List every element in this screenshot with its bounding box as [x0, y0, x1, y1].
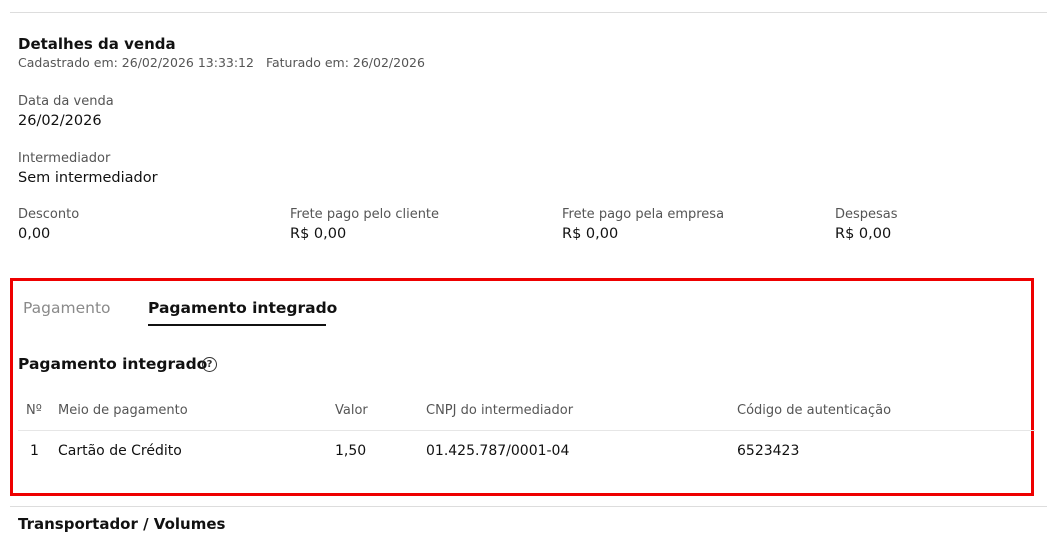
cell-cnpj: 01.425.787/0001-04: [426, 443, 570, 459]
tab-pagamento-integrado[interactable]: Pagamento integrado: [148, 298, 337, 318]
cell-auth-code: 6523423: [737, 443, 800, 459]
active-tab-indicator: [148, 324, 326, 326]
registered-date: Cadastrado em: 26/02/2026 13:33:12: [18, 55, 254, 70]
intermediary-value: Sem intermediador: [18, 170, 158, 186]
top-divider: [10, 12, 1047, 13]
cell-value: 1,50: [335, 443, 367, 459]
invoiced-date: Faturado em: 26/02/2026: [265, 55, 425, 70]
cell-method: Cartão de Crédito: [58, 443, 182, 459]
carrier-volumes-title: Transportador / Volumes: [18, 515, 226, 533]
intermediary-label: Intermediador: [18, 151, 111, 166]
column-header-value: Valor: [335, 403, 368, 418]
question-circle-icon[interactable]: ?: [202, 357, 217, 372]
discount-label: Desconto: [18, 207, 80, 222]
sale-date-field: Data da venda 26/02/2026: [18, 93, 114, 131]
sale-date-label: Data da venda: [18, 94, 114, 109]
expenses-label: Despesas: [835, 207, 898, 222]
sale-details-title: Detalhes da venda: [18, 35, 176, 53]
client-freight-value: R$ 0,00: [290, 226, 347, 242]
sale-date-value: 26/02/2026: [18, 113, 102, 129]
intermediary-field: Intermediador Sem intermediador: [18, 150, 158, 188]
client-freight-field: Frete pago pelo cliente R$ 0,00: [290, 206, 439, 244]
column-header-cnpj: CNPJ do intermediador: [426, 403, 574, 418]
discount-field: Desconto 0,00: [18, 206, 79, 244]
company-freight-value: R$ 0,00: [562, 226, 619, 242]
integrated-payment-title: Pagamento integrado: [18, 355, 208, 373]
company-freight-label: Frete pago pela empresa: [562, 207, 725, 222]
bottom-divider: [10, 506, 1047, 507]
discount-value: 0,00: [18, 226, 51, 242]
sale-meta: Cadastrado em: 26/02/2026 13:33:12 Fatur…: [18, 55, 425, 70]
table-row-divider: [18, 430, 1035, 431]
tab-pagamento[interactable]: Pagamento: [23, 298, 111, 318]
column-header-method: Meio de pagamento: [58, 403, 188, 418]
column-header-number: Nº: [26, 403, 42, 418]
expenses-value: R$ 0,00: [835, 226, 892, 242]
column-header-auth-code: Código de autenticação: [737, 403, 892, 418]
company-freight-field: Frete pago pela empresa R$ 0,00: [562, 206, 724, 244]
expenses-field: Despesas R$ 0,00: [835, 206, 898, 244]
cell-number: 1: [30, 443, 39, 459]
client-freight-label: Frete pago pelo cliente: [290, 207, 440, 222]
